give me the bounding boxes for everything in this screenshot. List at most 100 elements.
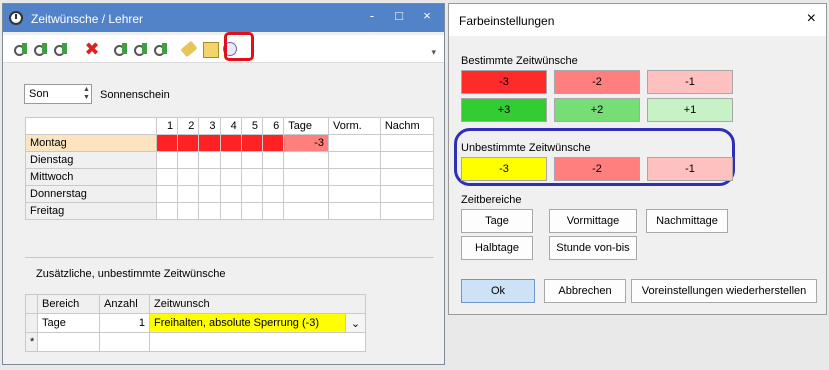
period-cell[interactable] bbox=[240, 168, 263, 186]
bereich-cell[interactable]: Tage bbox=[37, 313, 100, 333]
period-cell[interactable] bbox=[155, 202, 179, 220]
tage-cell[interactable] bbox=[283, 151, 329, 169]
day-label[interactable]: Mittwoch bbox=[25, 168, 157, 186]
tage-cell[interactable] bbox=[283, 202, 329, 220]
period-cell[interactable] bbox=[261, 185, 285, 203]
vorm-cell[interactable] bbox=[327, 185, 381, 203]
period-cell[interactable] bbox=[177, 134, 200, 152]
color-button[interactable]: +2 bbox=[554, 98, 640, 122]
vorm-cell[interactable] bbox=[327, 168, 381, 186]
color-button[interactable]: -1 bbox=[647, 70, 733, 94]
period-cell[interactable] bbox=[177, 151, 200, 169]
spinner-arrows-icon[interactable]: ▲ ▼ bbox=[83, 86, 90, 102]
zusatz-label: Zusätzliche, unbestimmte Zeitwünsche bbox=[36, 268, 226, 280]
zeitwunsch-cell[interactable] bbox=[148, 332, 367, 352]
key-grid-icon[interactable] bbox=[153, 40, 171, 58]
toolbar-overflow-icon[interactable]: ▾ bbox=[431, 47, 436, 58]
color-button[interactable]: -2 bbox=[554, 157, 640, 181]
delete-x-icon[interactable]: ✖ bbox=[83, 40, 101, 58]
grid-header-cell: 3 bbox=[198, 117, 221, 135]
stunde-von-bis-button[interactable]: Stunde von-bis bbox=[549, 236, 637, 260]
day-label[interactable]: Montag bbox=[25, 134, 157, 152]
tage-button[interactable]: Tage bbox=[461, 209, 533, 233]
period-cell[interactable] bbox=[240, 185, 263, 203]
period-cell[interactable] bbox=[177, 168, 200, 186]
period-cell[interactable] bbox=[198, 151, 221, 169]
ok-button[interactable]: Ok bbox=[461, 279, 535, 303]
minimize-button[interactable]: - bbox=[359, 6, 385, 26]
grid-header-cell: 1 bbox=[155, 117, 179, 135]
grid-header-cell: Nachm bbox=[379, 117, 435, 135]
tage-cell[interactable]: -3 bbox=[283, 134, 329, 152]
nachmittage-button[interactable]: Nachmittage bbox=[646, 209, 728, 233]
period-cell[interactable] bbox=[198, 185, 221, 203]
vorm-cell[interactable] bbox=[327, 151, 381, 169]
period-cell[interactable] bbox=[155, 151, 179, 169]
color-button[interactable]: -3 bbox=[461, 157, 547, 181]
color-button[interactable]: +3 bbox=[461, 98, 547, 122]
period-cell[interactable] bbox=[261, 151, 285, 169]
period-cell[interactable] bbox=[198, 202, 221, 220]
row-selector[interactable] bbox=[25, 313, 38, 333]
nachm-cell[interactable] bbox=[379, 185, 435, 203]
close-icon[interactable]: × bbox=[807, 10, 816, 28]
period-cell[interactable] bbox=[198, 168, 221, 186]
key-grid-icon[interactable] bbox=[133, 40, 151, 58]
tage-cell[interactable] bbox=[283, 185, 329, 203]
vorm-cell[interactable] bbox=[327, 134, 381, 152]
halbtage-button[interactable]: Halbtage bbox=[461, 236, 533, 260]
teacher-combo[interactable]: Son ▲ ▼ bbox=[24, 84, 92, 104]
period-cell[interactable] bbox=[240, 202, 263, 220]
period-cell[interactable] bbox=[155, 168, 179, 186]
color-button[interactable]: +1 bbox=[647, 98, 733, 122]
period-cell[interactable] bbox=[219, 134, 242, 152]
day-label[interactable]: Dienstag bbox=[25, 151, 157, 169]
period-cell[interactable] bbox=[261, 202, 285, 220]
key-green-icon[interactable] bbox=[33, 40, 51, 58]
ruler-icon[interactable] bbox=[201, 40, 219, 58]
key-green-icon[interactable] bbox=[53, 40, 71, 58]
period-cell[interactable] bbox=[155, 185, 179, 203]
vorm-cell[interactable] bbox=[327, 202, 381, 220]
day-label[interactable]: Freitag bbox=[25, 202, 157, 220]
anzahl-cell[interactable]: 1 bbox=[99, 313, 150, 333]
nachm-cell[interactable] bbox=[379, 151, 435, 169]
color-button[interactable]: -1 bbox=[647, 157, 733, 181]
period-cell[interactable] bbox=[240, 151, 263, 169]
period-cell[interactable] bbox=[177, 202, 200, 220]
period-cell[interactable] bbox=[261, 134, 285, 152]
chevron-down-icon[interactable]: ⌄ bbox=[344, 313, 367, 333]
tage-cell[interactable] bbox=[283, 168, 329, 186]
table-row: Tage 1 Freihalten, absolute Sperrung (-3… bbox=[25, 313, 367, 333]
period-cell[interactable] bbox=[155, 134, 179, 152]
color-button[interactable]: -2 bbox=[554, 70, 640, 94]
period-cell[interactable] bbox=[219, 151, 242, 169]
period-cell[interactable] bbox=[261, 168, 285, 186]
reset-defaults-button[interactable]: Voreinstellungen wiederherstellen bbox=[631, 279, 817, 303]
color-button[interactable]: -3 bbox=[461, 70, 547, 94]
vormittage-button[interactable]: Vormittage bbox=[549, 209, 637, 233]
key-grid-icon[interactable] bbox=[113, 40, 131, 58]
period-cell[interactable] bbox=[177, 185, 200, 203]
period-cell[interactable] bbox=[240, 134, 263, 152]
nachm-cell[interactable] bbox=[379, 202, 435, 220]
color-settings-dialog: Farbeinstellungen × Bestimmte Zeitwünsch… bbox=[448, 3, 827, 315]
period-cell[interactable] bbox=[219, 185, 242, 203]
key-green-icon[interactable] bbox=[13, 40, 31, 58]
day-label[interactable]: Donnerstag bbox=[25, 185, 157, 203]
nachm-cell[interactable] bbox=[379, 168, 435, 186]
close-button[interactable]: × bbox=[414, 6, 440, 26]
bereich-cell[interactable] bbox=[37, 332, 100, 352]
pencil-icon[interactable] bbox=[180, 40, 198, 58]
zusatz-header-cell: Anzahl bbox=[99, 294, 150, 314]
table-row: * bbox=[25, 332, 367, 352]
grid-header-cell: 5 bbox=[240, 117, 263, 135]
period-cell[interactable] bbox=[219, 202, 242, 220]
period-cell[interactable] bbox=[198, 134, 221, 152]
nachm-cell[interactable] bbox=[379, 134, 435, 152]
cancel-button[interactable]: Abbrechen bbox=[544, 279, 626, 303]
maximize-button[interactable]: □ bbox=[386, 6, 412, 26]
period-cell[interactable] bbox=[219, 168, 242, 186]
zeitwunsch-cell[interactable]: Freihalten, absolute Sperrung (-3) bbox=[149, 313, 346, 333]
anzahl-cell[interactable] bbox=[99, 332, 150, 352]
